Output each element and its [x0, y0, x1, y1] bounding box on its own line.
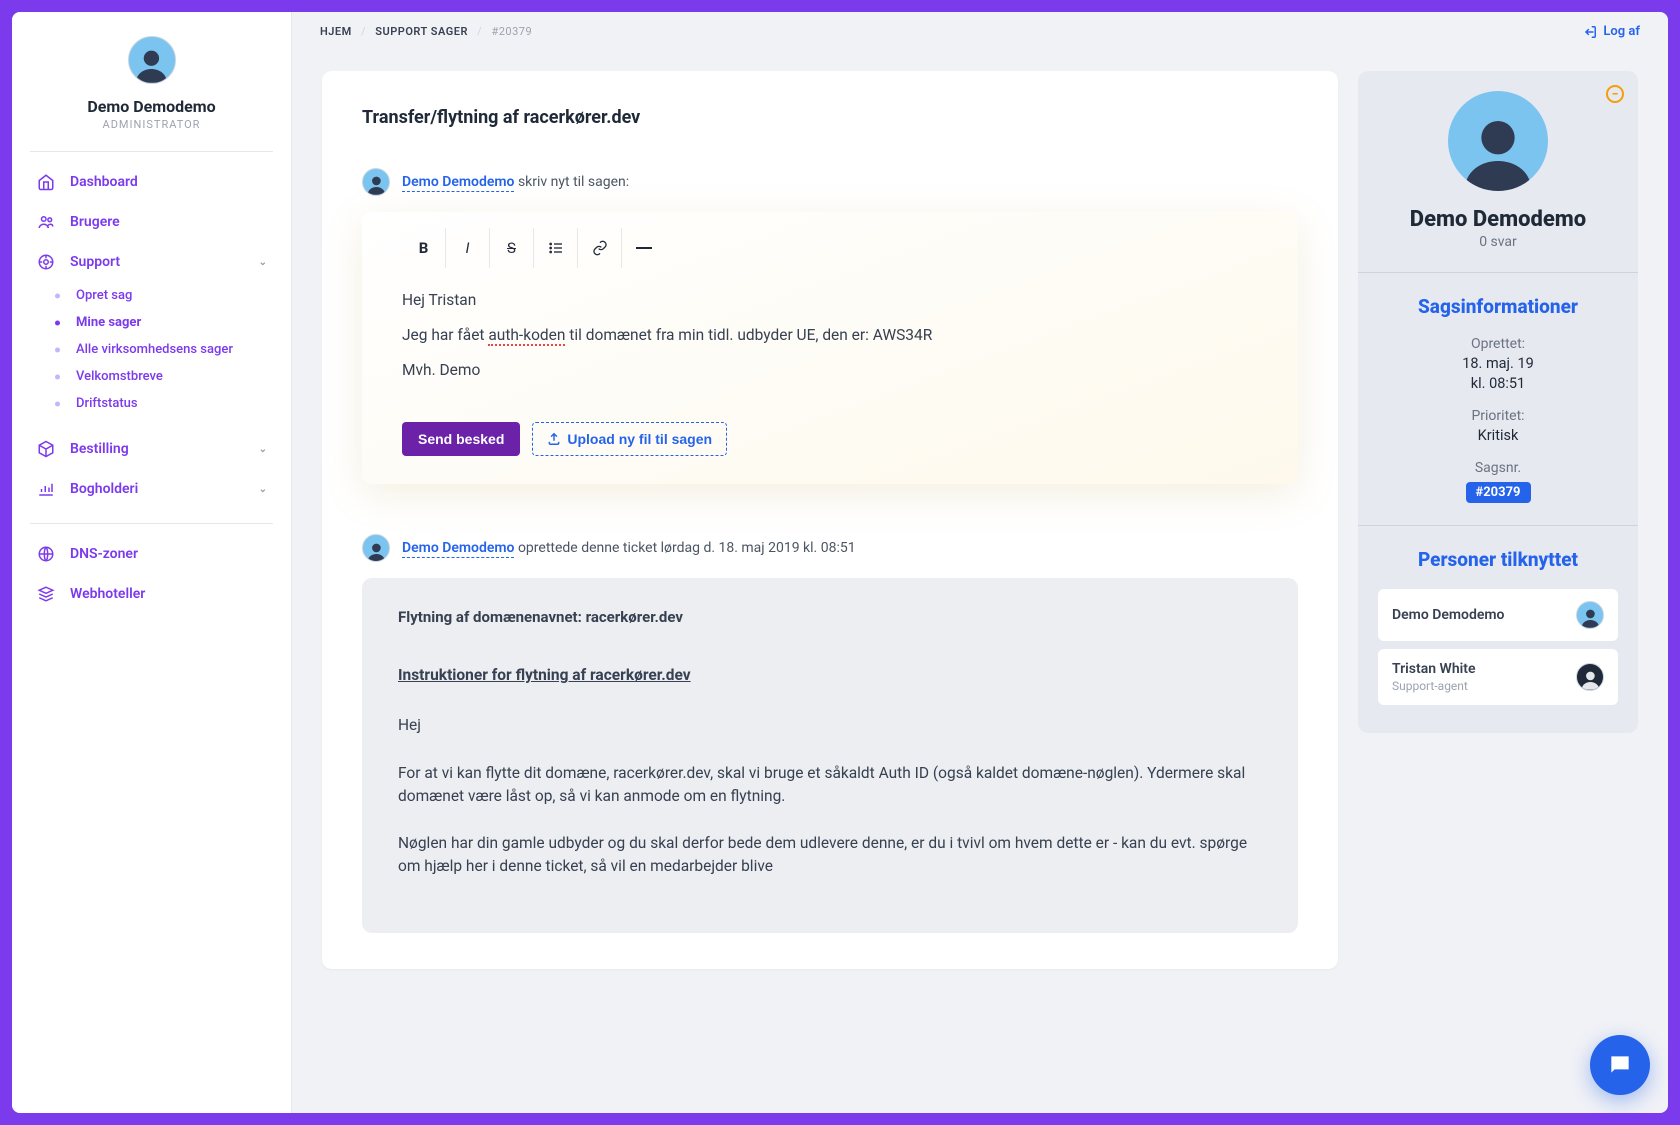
subnav-create-case[interactable]: Opret sag — [60, 282, 283, 309]
subnav-welcome-letters[interactable]: Velkomstbreve — [60, 363, 283, 390]
ticket-paragraph: For at vi kan flytte dit domæne, racerkø… — [398, 762, 1262, 809]
nav-support[interactable]: Support ⌄ — [20, 242, 283, 282]
ticket-paragraph: Nøglen har din gamle udbyder og du skal … — [398, 832, 1262, 879]
ticket-panel: Transfer/flytning af racerkører.dev Demo… — [322, 71, 1338, 969]
avatar — [362, 168, 390, 196]
ticket-instructions-heading: Instruktioner for flytning af racerkører… — [398, 666, 1262, 684]
priority-label: Prioritet: — [1378, 408, 1618, 424]
main: HJEM / SUPPORT SAGER / #20379 Log af Tra… — [292, 12, 1668, 1113]
avatar — [1576, 601, 1604, 629]
subnav-status[interactable]: Driftstatus — [60, 390, 283, 417]
created-label: Oprettet: — [1378, 336, 1618, 352]
reply-editor: B I S Hej Tristan Jeg har fået auth-kode… — [362, 212, 1298, 484]
profile-name: Demo Demodemo — [32, 97, 271, 116]
avatar — [128, 36, 176, 84]
ticket-body: Flytning af domænenavnet: racerkører.dev… — [362, 578, 1298, 932]
editor-textarea[interactable]: Hej Tristan Jeg har fået auth-koden til … — [402, 288, 1258, 382]
nav-support-label: Support — [70, 254, 120, 270]
list-button[interactable] — [534, 228, 578, 268]
box-icon — [36, 439, 56, 459]
sidebar: Demo Demodemo ADMINISTRATOR Dashboard Br… — [12, 12, 292, 1113]
compose-prompt: skriv nyt til sagen: — [518, 174, 629, 190]
breadcrumb: HJEM / SUPPORT SAGER / #20379 — [320, 25, 532, 38]
logout-button[interactable]: Log af — [1583, 24, 1640, 39]
home-icon — [36, 172, 56, 192]
hr-button[interactable] — [622, 228, 666, 268]
nav-webhotel-label: Webhoteller — [70, 586, 145, 602]
nav-dns[interactable]: DNS-zoner — [20, 534, 283, 574]
person-row[interactable]: Tristan White Support-agent — [1378, 649, 1618, 705]
chevron-down-icon: ⌄ — [259, 444, 267, 455]
info-sidebar: − Demo Demodemo 0 svar Sagsinformationer… — [1358, 71, 1638, 969]
page-title: Transfer/flytning af racerkører.dev — [362, 107, 1298, 128]
subnav-all-cases[interactable]: Alle virksomhedsens sager — [60, 336, 283, 363]
case-number-badge: #20379 — [1466, 482, 1531, 503]
chevron-down-icon: ⌄ — [259, 257, 267, 268]
editor-toolbar: B I S — [402, 228, 1258, 268]
nav-accounting-label: Bogholderi — [70, 481, 138, 497]
nav-dashboard-label: Dashboard — [70, 174, 138, 190]
chat-icon — [1607, 1052, 1633, 1078]
avatar — [1448, 91, 1548, 191]
person-row[interactable]: Demo Demodemo — [1378, 589, 1618, 641]
nav-accounting[interactable]: Bogholderi ⌄ — [20, 469, 283, 509]
breadcrumb-home[interactable]: HJEM — [320, 25, 352, 38]
italic-button[interactable]: I — [446, 228, 490, 268]
created-time: kl. 08:51 — [1378, 375, 1618, 392]
nav-users-label: Brugere — [70, 214, 120, 230]
layers-icon — [36, 584, 56, 604]
nav-ordering-label: Bestilling — [70, 441, 129, 457]
compose-user-link[interactable]: Demo Demodemo — [402, 174, 514, 192]
profile-role: ADMINISTRATOR — [32, 118, 271, 131]
avatar — [1576, 663, 1604, 691]
nav-users[interactable]: Brugere — [20, 202, 283, 242]
nav-webhotel[interactable]: Webhoteller — [20, 574, 283, 614]
sidebar-profile: Demo Demodemo ADMINISTRATOR — [12, 12, 291, 151]
side-profile-name: Demo Demodemo — [1378, 207, 1618, 232]
ticket-subject: Flytning af domænenavnet: racerkører.dev — [398, 608, 1262, 626]
topbar: HJEM / SUPPORT SAGER / #20379 Log af — [292, 12, 1668, 51]
compose-header: Demo Demodemo skriv nyt til sagen: — [362, 168, 1298, 196]
bold-button[interactable]: B — [402, 228, 446, 268]
side-reply-count: 0 svar — [1378, 234, 1618, 250]
support-icon — [36, 252, 56, 272]
breadcrumb-current: #20379 — [491, 25, 532, 38]
case-number-label: Sagsnr. — [1378, 460, 1618, 476]
globe-icon — [36, 544, 56, 564]
nav-ordering[interactable]: Bestilling ⌄ — [20, 429, 283, 469]
upload-icon — [547, 432, 561, 446]
breadcrumb-cases[interactable]: SUPPORT SAGER — [375, 25, 468, 38]
strike-button[interactable]: S — [490, 228, 534, 268]
nav-dns-label: DNS-zoner — [70, 546, 138, 562]
logout-icon — [1583, 25, 1597, 39]
priority-value: Kritisk — [1378, 427, 1618, 444]
users-icon — [36, 212, 56, 232]
ticket-header: Demo Demodemo oprettede denne ticket lør… — [362, 534, 1298, 562]
collapse-icon[interactable]: − — [1606, 85, 1624, 103]
people-heading: Personer tilknyttet — [1378, 548, 1618, 571]
link-button[interactable] — [578, 228, 622, 268]
avatar — [362, 534, 390, 562]
send-button[interactable]: Send besked — [402, 422, 520, 456]
nav-dashboard[interactable]: Dashboard — [20, 162, 283, 202]
chart-icon — [36, 479, 56, 499]
case-info-heading: Sagsinformationer — [1378, 295, 1618, 318]
chat-fab[interactable] — [1590, 1035, 1650, 1095]
upload-button[interactable]: Upload ny fil til sagen — [532, 422, 727, 456]
ticket-paragraph: Hej — [398, 714, 1262, 737]
chevron-down-icon: ⌄ — [259, 484, 267, 495]
subnav-my-cases[interactable]: Mine sager — [60, 309, 283, 336]
created-date: 18. maj. 19 — [1378, 355, 1618, 372]
ticket-author-link[interactable]: Demo Demodemo — [402, 540, 514, 558]
